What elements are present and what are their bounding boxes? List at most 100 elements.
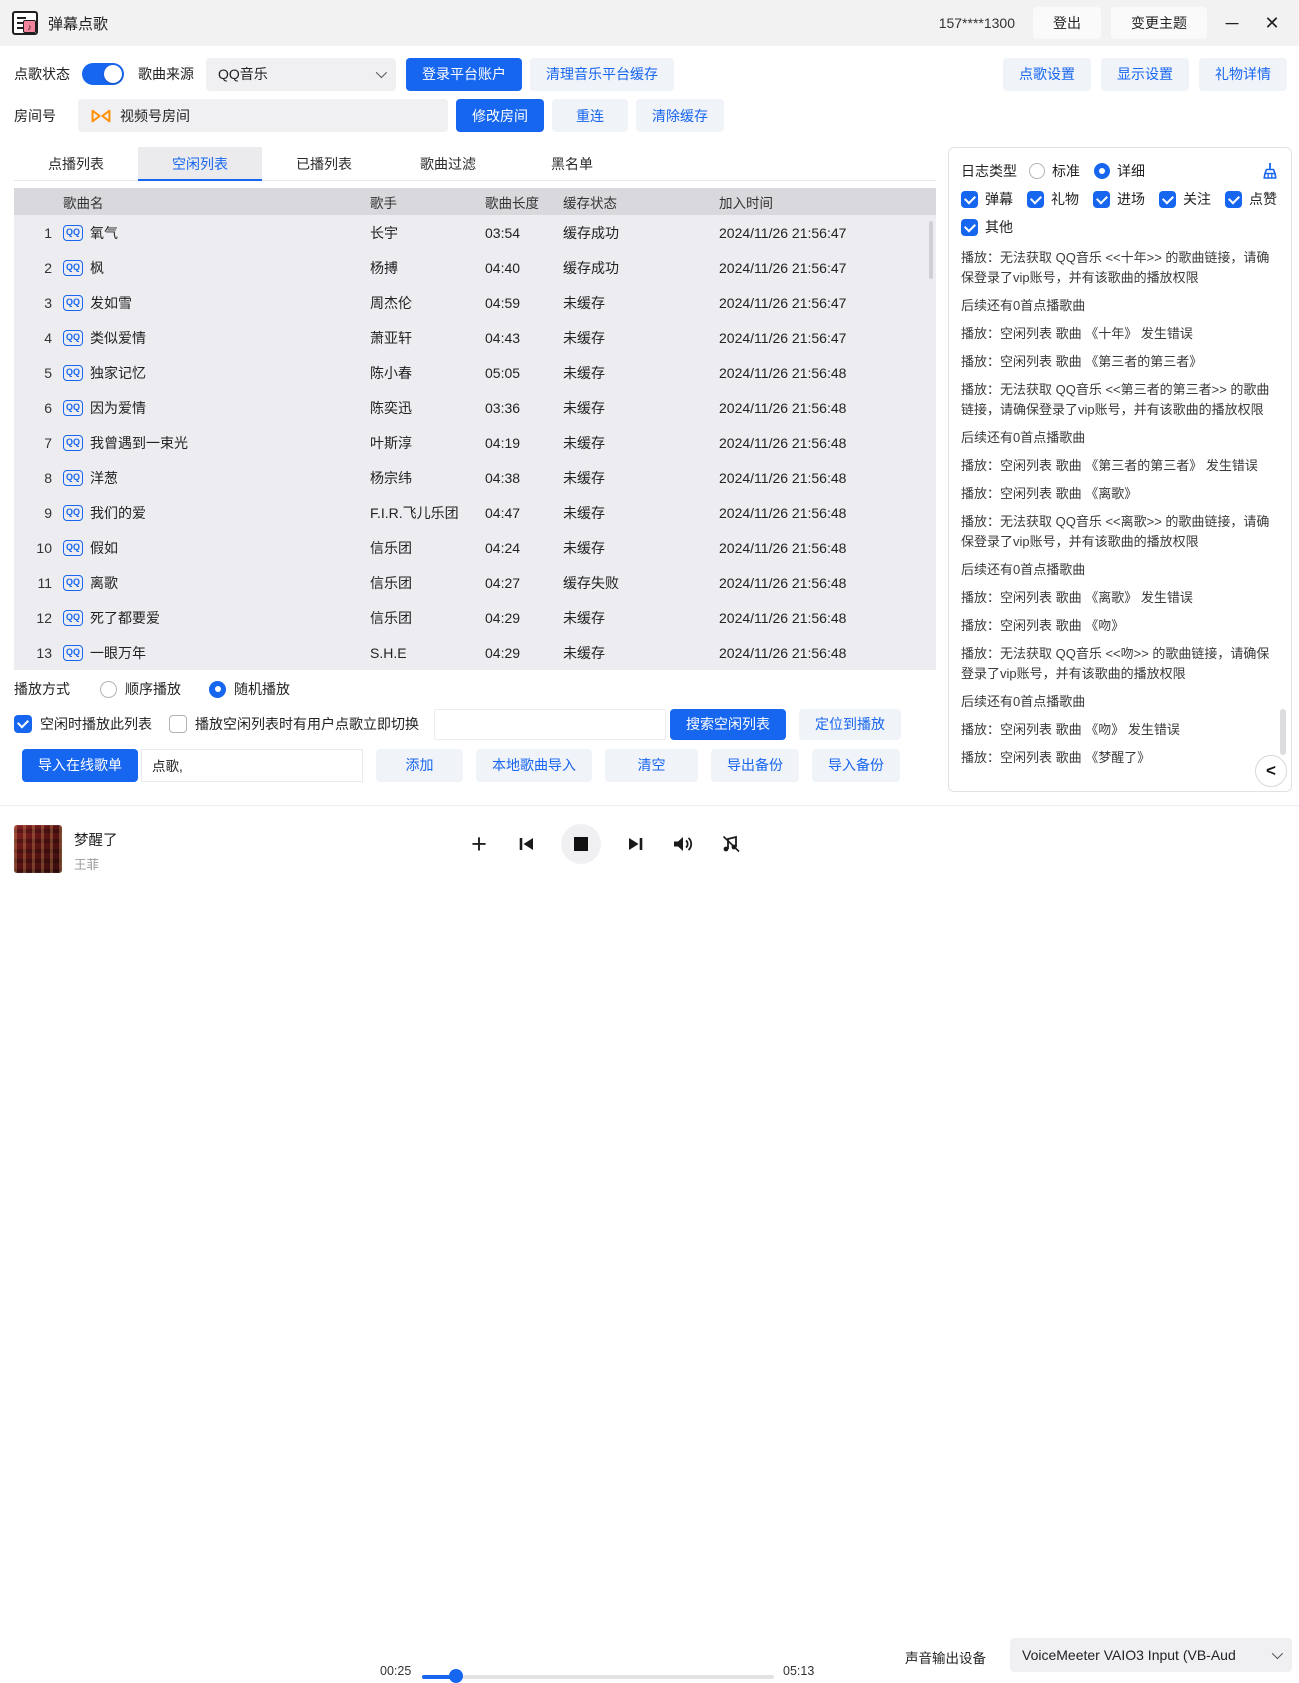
table-row[interactable]: 3QQ发如雪周杰伦04:59未缓存2024/11/26 21:56:47	[14, 285, 936, 320]
stop-button[interactable]	[561, 824, 601, 864]
filter-checkbox[interactable]	[1159, 191, 1176, 208]
song-name-cell: QQ独家记忆	[60, 363, 370, 383]
join-time-cell: 2024/11/26 21:56:48	[719, 470, 936, 486]
list-tabs: 点播列表空闲列表已播列表歌曲过滤黑名单	[14, 147, 936, 181]
app-window: ♪ 弹幕点歌 157****1300 登出 变更主题 ─ ✕ 点歌状态 歌曲来源…	[0, 0, 1299, 883]
filter-checkbox[interactable]	[1027, 191, 1044, 208]
filter-checkbox[interactable]	[1093, 191, 1110, 208]
table-row[interactable]: 11QQ离歌信乐团04:27缓存失败2024/11/26 21:56:48	[14, 565, 936, 600]
sequential-radio[interactable]	[100, 681, 117, 698]
filter-label: 进场	[1117, 189, 1145, 209]
table-row[interactable]: 7QQ我曾遇到一束光叶斯淳04:19未缓存2024/11/26 21:56:48	[14, 425, 936, 460]
previous-track-icon[interactable]	[513, 830, 541, 858]
table-row[interactable]: 4QQ类似爱情萧亚轩04:43未缓存2024/11/26 21:56:47	[14, 320, 936, 355]
length-cell: 04:40	[485, 260, 563, 276]
switch-on-request-label: 播放空闲列表时有用户点歌立即切换	[195, 714, 419, 734]
join-time-cell: 2024/11/26 21:56:47	[719, 330, 936, 346]
tab-3[interactable]: 歌曲过滤	[386, 147, 510, 180]
artist-cell: 陈奕迅	[370, 398, 485, 418]
tab-2[interactable]: 已播列表	[262, 147, 386, 180]
song-name-cell: QQ因为爱情	[60, 398, 370, 418]
player-controls: +	[465, 824, 745, 864]
log-detailed-radio[interactable]	[1094, 163, 1110, 179]
artist-cell: 信乐团	[370, 538, 485, 558]
song-table-body: 1QQ氧气长宇03:54缓存成功2024/11/26 21:56:472QQ枫杨…	[14, 215, 936, 670]
filter-checkbox[interactable]	[961, 191, 978, 208]
log-filter-row-1: 弹幕礼物进场关注点赞	[961, 186, 1279, 212]
modify-room-button[interactable]: 修改房间	[456, 99, 544, 132]
switch-on-request-checkbox[interactable]	[169, 715, 187, 733]
locate-playing-button[interactable]: 定位到播放	[799, 709, 901, 740]
song-source-select[interactable]: QQ音乐	[206, 58, 396, 91]
cache-status-cell: 未缓存	[563, 503, 719, 523]
filter-label: 关注	[1183, 189, 1211, 209]
idle-search-input[interactable]	[434, 709, 666, 740]
song-source-label: 歌曲来源	[138, 64, 194, 84]
filter-checkbox[interactable]	[1225, 191, 1242, 208]
collapse-panel-button[interactable]: <	[1255, 755, 1287, 787]
table-row[interactable]: 13QQ一眼万年S.H.E04:29未缓存2024/11/26 21:56:48	[14, 635, 936, 670]
song-status-toggle[interactable]	[82, 63, 124, 85]
close-icon[interactable]: ✕	[1257, 8, 1287, 38]
log-scrollbar[interactable]	[1280, 709, 1286, 755]
room-input[interactable]: 视频号房间	[78, 99, 448, 132]
reconnect-button[interactable]: 重连	[552, 99, 628, 132]
tab-1[interactable]: 空闲列表	[138, 147, 262, 180]
music-note-off-icon[interactable]	[717, 830, 745, 858]
table-scrollbar[interactable]	[929, 221, 933, 279]
song-settings-button[interactable]: 点歌设置	[1003, 58, 1091, 91]
table-row[interactable]: 8QQ洋葱杨宗纬04:38未缓存2024/11/26 21:56:48	[14, 460, 936, 495]
log-type-row: 日志类型 标准 详细	[961, 158, 1279, 184]
artist-cell: F.I.R.飞儿乐团	[370, 503, 485, 523]
table-row[interactable]: 5QQ独家记忆陈小春05:05未缓存2024/11/26 21:56:48	[14, 355, 936, 390]
random-radio[interactable]	[209, 681, 226, 698]
join-time-cell: 2024/11/26 21:56:48	[719, 540, 936, 556]
filter-checkbox[interactable]	[961, 219, 978, 236]
row-index: 9	[14, 505, 60, 521]
add-button[interactable]: 添加	[376, 749, 463, 782]
login-platform-button[interactable]: 登录平台账户	[406, 58, 522, 91]
table-row[interactable]: 6QQ因为爱情陈奕迅03:36未缓存2024/11/26 21:56:48	[14, 390, 936, 425]
playlist-input[interactable]	[141, 749, 363, 782]
table-row[interactable]: 2QQ枫杨搏04:40缓存成功2024/11/26 21:56:47	[14, 250, 936, 285]
minimize-icon[interactable]: ─	[1217, 8, 1247, 38]
progress-slider[interactable]	[422, 1669, 774, 1683]
table-header: 歌曲名 歌手 歌曲长度 缓存状态 加入时间	[14, 188, 936, 215]
volume-icon[interactable]	[669, 830, 697, 858]
song-name-cell: QQ我们的爱	[60, 503, 370, 523]
slider-thumb[interactable]	[449, 1669, 463, 1683]
display-settings-button[interactable]: 显示设置	[1101, 58, 1189, 91]
import-backup-button[interactable]: 导入备份	[812, 749, 900, 782]
clean-music-cache-button[interactable]: 清理音乐平台缓存	[530, 58, 674, 91]
search-idle-list-button[interactable]: 搜索空闲列表	[670, 709, 786, 740]
current-time: 00:25	[380, 1664, 411, 1678]
add-song-icon[interactable]: +	[465, 830, 493, 858]
log-entry: 播放：无法获取 QQ音乐 <<第三者的第三者>> 的歌曲链接，请确保登录了vip…	[961, 380, 1279, 420]
row-index: 10	[14, 540, 60, 556]
table-row[interactable]: 9QQ我们的爱F.I.R.飞儿乐团04:47未缓存2024/11/26 21:5…	[14, 495, 936, 530]
tab-4[interactable]: 黑名单	[510, 147, 634, 180]
join-time-cell: 2024/11/26 21:56:48	[719, 400, 936, 416]
stop-icon	[574, 837, 588, 851]
export-backup-button[interactable]: 导出备份	[711, 749, 799, 782]
tab-0[interactable]: 点播列表	[14, 147, 138, 180]
import-online-playlist-button[interactable]: 导入在线歌单	[22, 749, 138, 782]
logout-button[interactable]: 登出	[1033, 7, 1101, 39]
local-import-button[interactable]: 本地歌曲导入	[476, 749, 592, 782]
qq-music-icon: QQ	[63, 225, 83, 241]
clear-list-button[interactable]: 清空	[605, 749, 698, 782]
song-name-cell: QQ离歌	[60, 573, 370, 593]
table-row[interactable]: 12QQ死了都要爱信乐团04:29未缓存2024/11/26 21:56:48	[14, 600, 936, 635]
log-standard-radio[interactable]	[1029, 163, 1045, 179]
join-time-cell: 2024/11/26 21:56:48	[719, 365, 936, 381]
idle-play-checkbox[interactable]	[14, 715, 32, 733]
next-track-icon[interactable]	[621, 830, 649, 858]
clear-cache-button[interactable]: 清除缓存	[636, 99, 724, 132]
table-row[interactable]: 1QQ氧气长宇03:54缓存成功2024/11/26 21:56:47	[14, 215, 936, 250]
clear-log-broom-icon[interactable]	[1261, 162, 1279, 180]
row-index: 5	[14, 365, 60, 381]
change-theme-button[interactable]: 变更主题	[1111, 7, 1207, 39]
gift-details-button[interactable]: 礼物详情	[1199, 58, 1287, 91]
audio-output-select[interactable]: VoiceMeeter VAIO3 Input (VB-Aud	[1010, 1638, 1292, 1672]
table-row[interactable]: 10QQ假如信乐团04:24未缓存2024/11/26 21:56:48	[14, 530, 936, 565]
